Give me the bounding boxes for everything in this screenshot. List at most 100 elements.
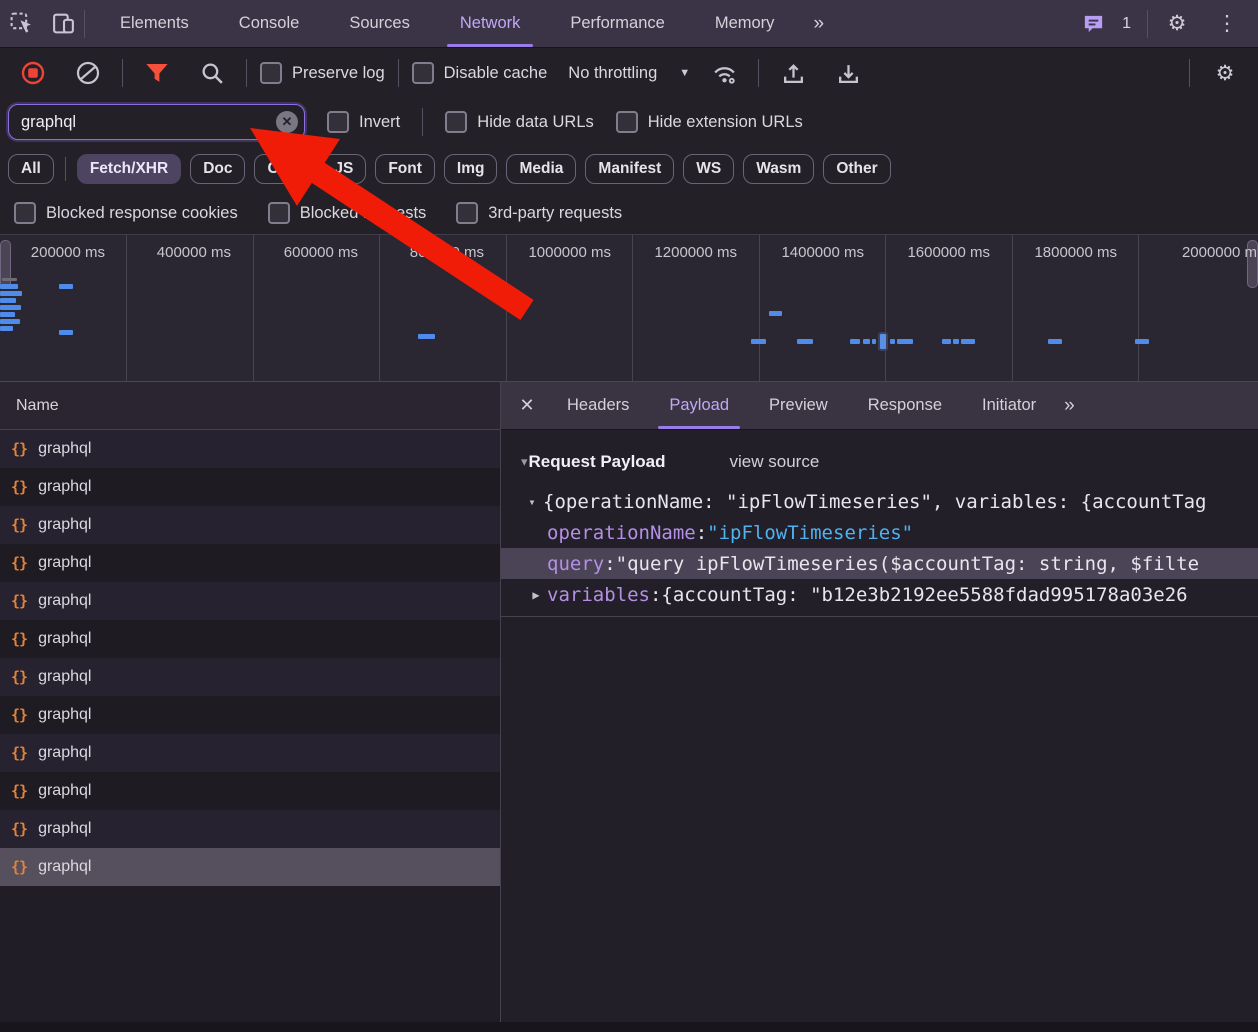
- request-activity-mark: [850, 339, 860, 344]
- request-activity-mark: [878, 332, 888, 351]
- preserve-log-checkbox[interactable]: Preserve log: [260, 62, 385, 84]
- chip-font[interactable]: Font: [375, 154, 435, 184]
- json-fetch-icon: {}: [11, 516, 27, 534]
- blocked-requests-checkbox[interactable]: Blocked requests: [268, 202, 427, 224]
- gear-glyph: ⚙: [1216, 63, 1235, 84]
- details-more-tabs-icon[interactable]: »: [1064, 382, 1073, 429]
- chip-media[interactable]: Media: [506, 154, 576, 184]
- invert-checkbox[interactable]: Invert: [327, 111, 400, 133]
- export-har-icon[interactable]: [827, 56, 869, 90]
- clear-network-log-button[interactable]: [67, 56, 109, 90]
- request-payload-header: ▾ Request Payload view source: [501, 444, 1258, 480]
- request-name: graphql: [38, 820, 91, 838]
- menu-dots-icon[interactable]: ⋮: [1206, 7, 1248, 41]
- chip-img[interactable]: Img: [444, 154, 498, 184]
- request-row[interactable]: {}graphql: [0, 772, 500, 810]
- payload-row[interactable]: ▾{operationName: "ipFlowTimeseries", var…: [501, 486, 1258, 517]
- chip-manifest[interactable]: Manifest: [585, 154, 674, 184]
- request-name: graphql: [38, 440, 91, 458]
- payload-row[interactable]: ▶variables: {accountTag: "b12e3b2192ee55…: [501, 579, 1258, 610]
- timeline-tick-label: 800000 ms: [410, 244, 484, 261]
- tab-sources[interactable]: Sources: [344, 0, 415, 47]
- devtools-window: Elements Console Sources Network Performance…: [0, 0, 1258, 1032]
- main-tabbar: Elements Console Sources Network Performance…: [0, 0, 1258, 48]
- panel-tabs: Elements Console Sources Network Performance…: [95, 0, 799, 47]
- request-activity-mark: [2, 278, 17, 281]
- request-row[interactable]: {}graphql: [0, 658, 500, 696]
- request-row[interactable]: {}graphql: [0, 582, 500, 620]
- tab-elements[interactable]: Elements: [115, 0, 194, 47]
- checkbox-box: [268, 202, 290, 224]
- hide-extension-urls-checkbox[interactable]: Hide extension URLs: [616, 111, 803, 133]
- request-row[interactable]: {}graphql: [0, 734, 500, 772]
- filter-input[interactable]: [8, 104, 305, 140]
- issues-count[interactable]: 1: [1122, 15, 1131, 33]
- timeline-overview[interactable]: 200000 ms400000 ms600000 ms800000 ms1000…: [0, 235, 1258, 382]
- import-har-icon[interactable]: [772, 56, 814, 90]
- payload-row[interactable]: operationName: "ipFlowTimeseries": [501, 517, 1258, 548]
- chip-all[interactable]: All: [8, 154, 54, 184]
- details-tab-payload[interactable]: Payload: [664, 382, 734, 429]
- blocked-response-cookies-label: Blocked response cookies: [46, 204, 238, 223]
- view-source-link[interactable]: view source: [730, 452, 820, 472]
- disable-cache-label: Disable cache: [444, 64, 548, 83]
- name-column-header[interactable]: Name: [0, 382, 500, 430]
- request-row[interactable]: {}graphql: [0, 620, 500, 658]
- chip-ws[interactable]: WS: [683, 154, 734, 184]
- network-settings-gear-icon[interactable]: ⚙: [1204, 56, 1246, 90]
- hide-data-urls-checkbox[interactable]: Hide data URLs: [445, 111, 593, 133]
- details-tab-preview[interactable]: Preview: [764, 382, 833, 429]
- chip-css[interactable]: CSS: [254, 154, 312, 184]
- details-tab-initiator[interactable]: Initiator: [977, 382, 1041, 429]
- filter-input-wrap: ✕: [8, 104, 305, 140]
- tab-console[interactable]: Console: [234, 0, 305, 47]
- search-icon[interactable]: [191, 56, 233, 90]
- more-tabs-icon[interactable]: »: [813, 13, 822, 35]
- payload-key: query: [547, 553, 604, 575]
- device-toolbar-icon[interactable]: [42, 7, 84, 41]
- inspect-element-icon[interactable]: [0, 7, 42, 41]
- collapse-triangle-icon[interactable]: ▾: [521, 454, 528, 470]
- request-row[interactable]: {}graphql: [0, 506, 500, 544]
- chip-js[interactable]: JS: [321, 154, 366, 184]
- tab-memory[interactable]: Memory: [710, 0, 780, 47]
- close-details-icon[interactable]: ✕: [507, 382, 547, 429]
- request-row[interactable]: {}graphql: [0, 696, 500, 734]
- request-activity-mark: [953, 339, 959, 344]
- tab-performance[interactable]: Performance: [565, 0, 669, 47]
- request-list: {}graphql{}graphql{}graphql{}graphql{}gr…: [0, 430, 500, 1032]
- request-activity-mark: [0, 298, 16, 303]
- details-tab-headers[interactable]: Headers: [562, 382, 634, 429]
- checkbox-box: [616, 111, 638, 133]
- checkbox-box: [14, 202, 36, 224]
- blocked-response-cookies-checkbox[interactable]: Blocked response cookies: [14, 202, 238, 224]
- request-row[interactable]: {}graphql: [0, 848, 500, 886]
- chip-wasm[interactable]: Wasm: [743, 154, 814, 184]
- details-tabbar: ✕ Headers Payload Preview Response Initiator…: [501, 382, 1258, 430]
- collapse-triangle-icon[interactable]: ▾: [521, 495, 543, 509]
- timeline-gridline: [1012, 235, 1013, 381]
- timeline-gridline: [885, 235, 886, 381]
- payload-row[interactable]: query: "query ipFlowTimeseries($accountT…: [501, 548, 1258, 579]
- record-button[interactable]: [12, 56, 54, 90]
- settings-gear-icon[interactable]: ⚙: [1156, 7, 1198, 41]
- request-row[interactable]: {}graphql: [0, 430, 500, 468]
- throttling-select[interactable]: No throttling ▼: [568, 64, 690, 83]
- filter-toggle-icon[interactable]: [136, 56, 178, 90]
- chip-other[interactable]: Other: [823, 154, 890, 184]
- chip-fetch-xhr[interactable]: Fetch/XHR: [77, 154, 181, 184]
- disable-cache-checkbox[interactable]: Disable cache: [412, 62, 548, 84]
- details-tab-response[interactable]: Response: [863, 382, 947, 429]
- network-conditions-icon[interactable]: [703, 56, 745, 90]
- chip-doc[interactable]: Doc: [190, 154, 245, 184]
- tab-network[interactable]: Network: [455, 0, 526, 47]
- issues-message-icon[interactable]: [1072, 7, 1114, 41]
- clear-filter-icon[interactable]: ✕: [276, 111, 298, 133]
- request-row[interactable]: {}graphql: [0, 468, 500, 506]
- separator: [1147, 10, 1148, 38]
- 3rd-party-requests-checkbox[interactable]: 3rd-party requests: [456, 202, 622, 224]
- request-row[interactable]: {}graphql: [0, 810, 500, 848]
- separator: [1189, 59, 1190, 87]
- request-row[interactable]: {}graphql: [0, 544, 500, 582]
- expand-triangle-icon[interactable]: ▶: [525, 588, 547, 602]
